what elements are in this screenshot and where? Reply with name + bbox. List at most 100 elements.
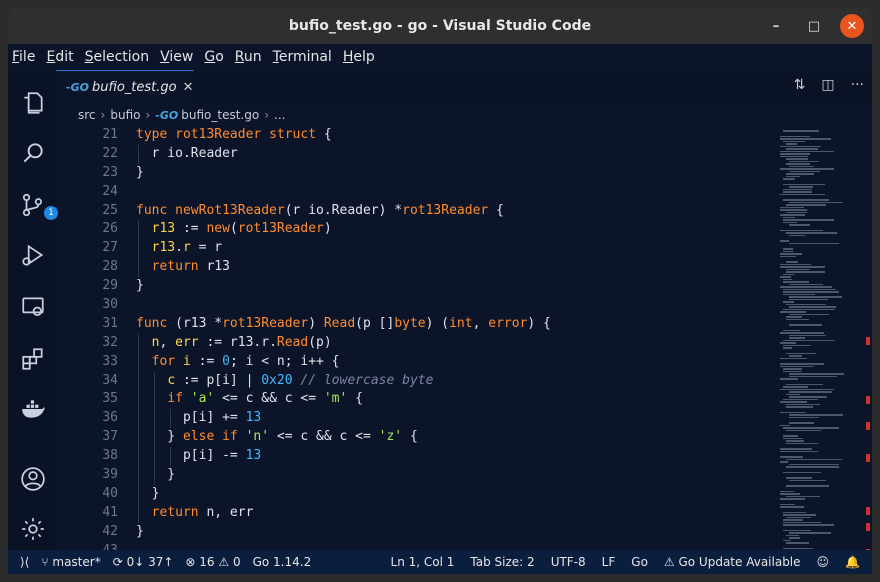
minimap-line [780,506,804,508]
code-text: } else if 'n' <= c && c <= 'z' { [136,429,418,445]
remote-explorer-icon[interactable] [20,294,46,320]
breadcrumb-src[interactable]: src [78,108,96,122]
notifications-bell-icon[interactable]: 🔔 [845,555,860,569]
error-marker [866,523,870,531]
feedback-icon[interactable]: ☺ [817,555,830,569]
code-line[interactable]: 36 p[i] += 13 [56,409,776,429]
tab-close-icon[interactable]: ✕ [183,80,194,95]
minimap-line [789,160,819,162]
code-line[interactable]: 40 } [56,484,776,504]
code-line[interactable]: 42} [56,523,776,542]
minimap-line [783,288,836,290]
minimize-button[interactable]: – [764,14,788,38]
breadcrumb-symbol[interactable]: ... [274,108,285,122]
code-line[interactable]: 26 r13 := new(rot13Reader) [56,220,776,240]
minimap-line [789,375,837,377]
open-changes-icon[interactable]: ⇅ [794,77,806,93]
menu-selection[interactable]: Selection [85,49,150,65]
code-line[interactable]: 29} [56,277,776,296]
code-line[interactable]: 32 n, err := r13.r.Read(p) [56,333,776,353]
tab-bufio-test-go[interactable]: -GO bufio_test.go ✕ [56,70,194,104]
go-version-status[interactable]: Go 1.14.2 [253,555,312,569]
go-update-status[interactable]: ⚠ Go Update Available [664,555,801,569]
menu-edit[interactable]: Edit [46,49,73,65]
code-line[interactable]: 27 r13.r = r [56,239,776,259]
breadcrumb-file[interactable]: bufio_test.go [181,108,259,122]
code-line[interactable]: 25 func newRot13Reader(r io.Reader) *rot1… [56,202,776,221]
code-text: return n, err [151,504,254,520]
code-line[interactable]: 41 return n, err [56,503,776,523]
settings-gear-icon[interactable] [20,516,46,542]
menu-help[interactable]: Help [343,49,375,65]
cursor-position[interactable]: Ln 1, Col 1 [391,555,455,569]
minimap-line [789,298,828,300]
language-mode[interactable]: Go [631,555,648,569]
branch-icon: ⑂ [41,555,53,569]
menu-run[interactable]: Run [235,49,262,65]
line-number: 41 [102,504,118,520]
account-icon[interactable] [20,466,46,492]
tab-size[interactable]: Tab Size: 2 [470,555,534,569]
error-marker [866,454,870,462]
overview-ruler[interactable] [858,126,872,557]
line-number: 28 [102,259,118,275]
minimap-line [783,519,803,521]
source-control-icon[interactable]: 1 [20,192,58,220]
tab-label: bufio_test.go [91,80,177,95]
minimap[interactable] [776,126,858,554]
code-line[interactable]: 30 [56,296,776,315]
minimap-line [789,186,813,188]
code-editor[interactable]: 21 type rot13Reader struct {22 r io.Reade… [56,126,776,550]
code-line[interactable]: 43 [56,542,776,550]
search-icon[interactable] [20,140,46,166]
code-line[interactable]: 22 r io.Reader [56,144,776,164]
code-line[interactable]: 24 [56,183,776,202]
code-line[interactable]: 21 type rot13Reader struct { [56,126,776,145]
close-button[interactable]: ✕ [840,14,864,38]
menu-terminal[interactable]: Terminal [273,49,332,65]
activity-bar: 1 [8,70,58,550]
code-text: func newRot13Reader(r io.Reader) *rot13R… [136,202,504,218]
code-line[interactable]: 28 return r13 [56,258,776,278]
code-line[interactable]: 38 p[i] -= 13 [56,447,776,467]
sync-status[interactable]: ⟳ 0↓ 37↑ [113,555,174,569]
split-editor-icon[interactable]: ◫ [821,77,834,93]
line-number: 35 [102,391,118,407]
editor-area: -GO bufio_test.go ✕ ⇅ ◫ ··· src › bufio … [56,70,872,557]
eol[interactable]: LF [602,555,616,569]
code-line[interactable]: 37 } else if 'n' <= c && c <= 'z' { [56,428,776,448]
code-line[interactable]: 31 func (r13 *rot13Reader) Read(p []byte)… [56,315,776,334]
breadcrumb-bufio[interactable]: bufio [110,108,140,122]
minimap-line [789,313,829,315]
code-line[interactable]: 35 if 'a' <= c && c <= 'm' { [56,390,776,410]
code-line[interactable]: 39 } [56,466,776,485]
menu-file[interactable]: File [12,49,35,65]
run-debug-icon[interactable] [20,242,46,268]
menu-go[interactable]: Go [204,49,223,65]
extensions-icon[interactable] [20,346,46,372]
docker-icon[interactable] [20,396,46,422]
go-file-icon: -GO [66,81,89,94]
minimap-line [789,165,814,167]
maximize-button[interactable]: □ [802,14,826,38]
code-line[interactable]: 23} [56,164,776,183]
line-number: 36 [102,410,118,426]
more-actions-icon[interactable]: ··· [851,77,864,93]
code-line[interactable]: 33 for i := 0; i < n; i++ { [56,352,776,372]
code-text: } [136,523,144,539]
branch-status[interactable]: ⑂ master* [41,555,100,569]
minimap-line [786,534,799,536]
minimap-line [780,153,810,155]
files-icon[interactable] [20,90,46,116]
menu-view[interactable]: View [160,49,193,65]
encoding[interactable]: UTF-8 [551,555,586,569]
remote-indicator[interactable]: ⟩⟨ [20,555,29,569]
minimap-line [780,214,805,216]
code-line[interactable]: 34 c := p[i] | 0x20 // lowercase byte [56,371,776,391]
minimap-line [786,158,808,160]
problems-status[interactable]: ⊗ 16 ⚠ 0 [185,555,240,569]
sync-icon: ⟳ [112,555,127,569]
minimap-line [780,135,810,137]
line-number: 25 [102,202,118,218]
minimap-line [789,414,843,416]
